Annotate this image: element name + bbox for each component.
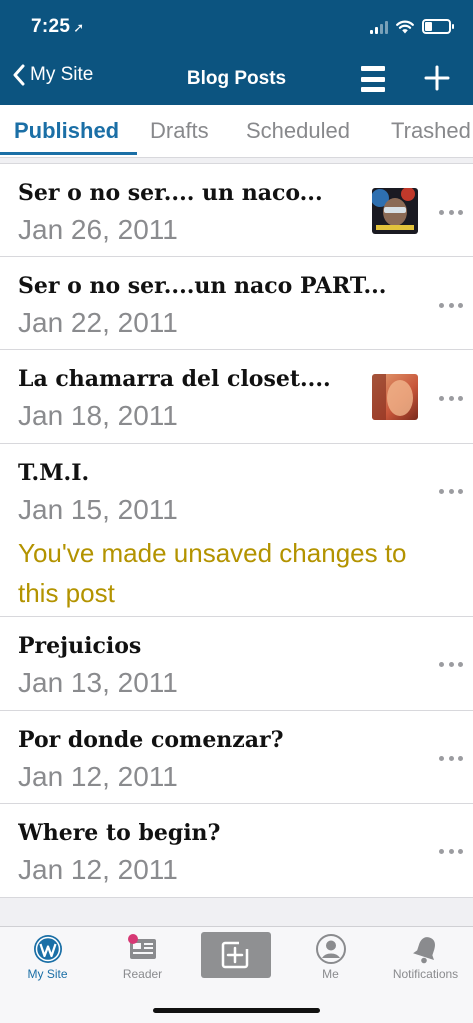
tab-scheduled[interactable]: Scheduled	[246, 118, 350, 144]
status-time-text: 7:25	[31, 16, 71, 37]
post-title: Ser o no ser....un naco PART...	[18, 273, 387, 299]
post-row[interactable]: Ser o no ser.... un naco... Jan 26, 2011	[0, 164, 473, 257]
tabbar-notifications-label: Notifications	[392, 967, 459, 981]
post-title: Prejuicios	[18, 633, 142, 659]
post-date: Jan 15, 2011	[18, 494, 178, 525]
post-more-options[interactable]	[439, 754, 463, 762]
status-icons	[370, 19, 454, 34]
post-date: Jan 13, 2011	[18, 667, 178, 698]
post-more-options[interactable]	[439, 394, 463, 402]
post-thumbnail	[372, 188, 418, 234]
post-row[interactable]: Where to begin? Jan 12, 2011	[0, 804, 473, 898]
tabbar-me-label: Me	[322, 967, 339, 981]
header: 7:25 ➚ My Site Blog Posts	[0, 0, 473, 105]
post-row[interactable]: La chamarra del closet.... Jan 18, 2011	[0, 350, 473, 444]
post-more-options[interactable]	[439, 847, 463, 855]
signal-icon	[370, 20, 388, 34]
post-more-options[interactable]	[439, 660, 463, 668]
bell-icon	[412, 937, 435, 964]
unsaved-changes-notice: You've made unsaved changes to this post	[18, 538, 407, 608]
tabbar-reader[interactable]: Reader	[95, 933, 190, 981]
home-indicator	[153, 1008, 320, 1013]
post-title: T.M.I.	[18, 460, 90, 486]
post-row[interactable]: Prejuicios Jan 13, 2011	[0, 617, 473, 711]
post-date: Jan 12, 2011	[18, 761, 178, 792]
post-list: Ser o no ser.... un naco... Jan 26, 2011…	[0, 163, 473, 898]
tab-published[interactable]: Published	[14, 118, 119, 144]
page-title: Blog Posts	[186, 68, 287, 89]
post-more-options[interactable]	[439, 487, 463, 495]
post-date: Jan 18, 2011	[18, 400, 178, 431]
post-title: Where to begin?	[18, 820, 221, 846]
post-title: Por donde comenzar?	[18, 727, 284, 753]
battery-icon	[422, 19, 454, 34]
location-icon: ➚	[73, 20, 85, 35]
tabbar-my-site[interactable]: My Site	[0, 933, 95, 981]
status-time: 7:25 ➚	[31, 16, 84, 38]
post-row[interactable]: Ser o no ser....un naco PART... Jan 22, …	[0, 257, 473, 350]
post-date: Jan 26, 2011	[18, 214, 178, 245]
compose-button[interactable]	[201, 932, 271, 978]
post-title: La chamarra del closet....	[18, 366, 331, 392]
post-date: Jan 12, 2011	[18, 854, 178, 885]
tab-drafts[interactable]: Drafts	[150, 118, 209, 144]
post-row[interactable]: T.M.I. Jan 15, 2011 You've made unsaved …	[0, 444, 473, 617]
active-tab-indicator	[0, 152, 137, 155]
list-view-icon[interactable]	[361, 66, 385, 92]
post-row[interactable]: Por donde comenzar? Jan 12, 2011	[0, 711, 473, 804]
tabbar-reader-label: Reader	[122, 967, 163, 981]
post-more-options[interactable]	[439, 208, 463, 216]
wordpress-icon	[33, 935, 62, 963]
add-post-icon[interactable]	[424, 65, 450, 91]
tabbar-notifications[interactable]: Notifications	[378, 933, 473, 981]
post-more-options[interactable]	[439, 301, 463, 309]
tabbar-me[interactable]: Me	[283, 933, 378, 981]
tab-trashed[interactable]: Trashed	[391, 118, 471, 144]
filter-tabs: Published Drafts Scheduled Trashed	[0, 105, 473, 158]
reader-icon	[127, 934, 156, 959]
tabbar-my-site-label: My Site	[27, 967, 68, 981]
post-thumbnail	[372, 374, 418, 420]
wifi-icon	[396, 20, 414, 33]
new-post-icon	[221, 940, 251, 969]
post-title: Ser o no ser.... un naco...	[18, 180, 323, 206]
profile-icon	[315, 934, 346, 964]
post-date: Jan 22, 2011	[18, 307, 178, 338]
